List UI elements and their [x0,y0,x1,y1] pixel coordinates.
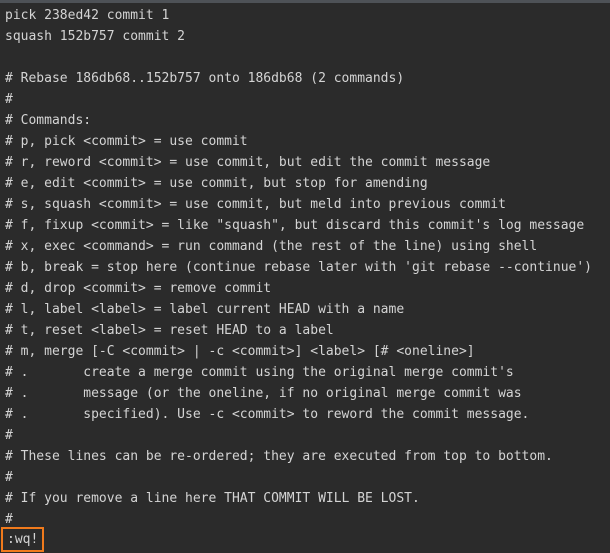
editor-line-13[interactable]: # b, break = stop here (continue rebase … [5,257,605,278]
vim-command-line[interactable]: :wq! [1,527,45,552]
editor-line-4[interactable]: # Rebase 186db68..152b757 onto 186db68 (… [5,68,605,89]
editor-line-6[interactable]: # Commands: [5,110,605,131]
editor-line-18[interactable]: # . create a merge commit using the orig… [5,362,605,383]
editor-line-5[interactable]: # [5,89,605,110]
editor-line-7[interactable]: # p, pick <commit> = use commit [5,131,605,152]
editor-line-20[interactable]: # . specified). Use -c <commit> to rewor… [5,404,605,425]
editor-line-1[interactable]: pick 238ed42 commit 1 [5,5,605,26]
window-top-border [0,0,610,3]
editor-line-2[interactable]: squash 152b757 commit 2 [5,26,605,47]
editor-line-23[interactable]: # [5,467,605,488]
editor-line-19[interactable]: # . message (or the oneline, if no origi… [5,383,605,404]
editor-line-9[interactable]: # e, edit <commit> = use commit, but sto… [5,173,605,194]
editor-line-14[interactable]: # d, drop <commit> = remove commit [5,278,605,299]
editor-line-10[interactable]: # s, squash <commit> = use commit, but m… [5,194,605,215]
editor-line-17[interactable]: # m, merge [-C <commit> | -c <commit>] <… [5,341,605,362]
editor-line-21[interactable]: # [5,425,605,446]
editor-line-16[interactable]: # t, reset <label> = reset HEAD to a lab… [5,320,605,341]
editor-line-8[interactable]: # r, reword <commit> = use commit, but e… [5,152,605,173]
editor-line-12[interactable]: # x, exec <command> = run command (the r… [5,236,605,257]
rebase-todo-editor[interactable]: pick 238ed42 commit 1 squash 152b757 com… [5,5,605,530]
editor-line-3[interactable] [5,47,605,68]
editor-line-24[interactable]: # If you remove a line here THAT COMMIT … [5,488,605,509]
command-text[interactable]: :wq! [7,530,38,549]
editor-line-11[interactable]: # f, fixup <commit> = like "squash", but… [5,215,605,236]
editor-line-15[interactable]: # l, label <label> = label current HEAD … [5,299,605,320]
editor-line-25[interactable]: # [5,509,605,530]
editor-line-22[interactable]: # These lines can be re-ordered; they ar… [5,446,605,467]
